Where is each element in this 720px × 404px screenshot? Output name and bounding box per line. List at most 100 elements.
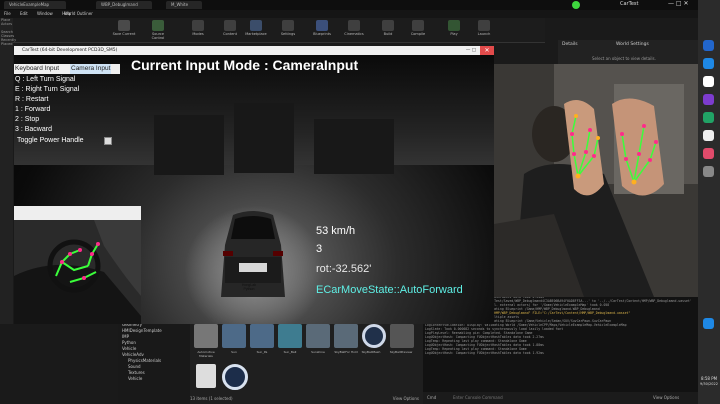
game-window-titlebar[interactable]: CarTest (64-bit Development PCD3D_SM5) —… bbox=[14, 46, 494, 55]
game-window-title: CarTest (64-bit Development PCD3D_SM5) bbox=[22, 48, 118, 53]
folder-item[interactable]: Vehicle bbox=[118, 376, 190, 382]
details-hint: Select an object to view details. bbox=[592, 56, 656, 61]
menu-edit[interactable]: Edit bbox=[20, 11, 28, 16]
app-icon[interactable] bbox=[703, 130, 714, 141]
app-icon[interactable] bbox=[703, 148, 714, 159]
cmd-label: Cmd bbox=[427, 395, 437, 400]
gear-readout: 3 bbox=[316, 243, 323, 255]
building bbox=[314, 119, 394, 174]
license-plate: HongLab Python bbox=[241, 283, 257, 291]
world-settings-tab[interactable]: World Settings bbox=[616, 42, 649, 47]
asset-thumbnail[interactable] bbox=[278, 324, 302, 348]
speed-readout: 53 km/h bbox=[316, 225, 356, 237]
marketplace-button[interactable]: Marketplace bbox=[244, 19, 268, 41]
project-name: CarTest bbox=[620, 1, 639, 7]
play-icon bbox=[448, 20, 460, 31]
view-options-button[interactable]: View Options bbox=[653, 395, 679, 400]
webcam-steering-scene bbox=[14, 206, 141, 324]
key-help-line: R : Restart bbox=[15, 96, 49, 103]
cinematics-button[interactable]: Cinematics bbox=[342, 19, 366, 41]
launch-icon bbox=[478, 20, 490, 31]
editor-tab-widget[interactable]: WBP_Debuglmand bbox=[96, 1, 152, 9]
asset-thumbnail[interactable] bbox=[194, 324, 218, 348]
editor-toolbar: Save Current Source Control Modes Conten… bbox=[0, 18, 545, 43]
launch-button[interactable]: Launch bbox=[472, 19, 496, 41]
game-viewport[interactable]: HongLab Python Current Input Mode : Came… bbox=[14, 55, 494, 324]
key-help-line: Q : Left Turn Signal bbox=[15, 76, 76, 83]
details-panel: Details World Settings Select an object … bbox=[558, 40, 698, 64]
asset-label: Automotive Materials bbox=[197, 350, 215, 358]
app-icon[interactable] bbox=[703, 76, 714, 87]
building bbox=[234, 103, 294, 173]
app-icon[interactable] bbox=[703, 112, 714, 123]
search-classes-input[interactable]: Search Classes bbox=[1, 30, 14, 38]
input-tabs: Keyboard Input Camera Input bbox=[14, 64, 120, 74]
source-control-button[interactable]: Source Control bbox=[146, 19, 170, 41]
webcam-hand-tracking-view bbox=[494, 64, 698, 297]
build-icon bbox=[382, 20, 394, 31]
app-icon[interactable] bbox=[703, 318, 714, 329]
toggle-power-handle-label: Toggle Power Handle bbox=[17, 137, 84, 144]
editor-tab-bar: VehicleExampleMap WBP_Debuglmand M_White… bbox=[0, 0, 720, 10]
asset-thumbnail[interactable] bbox=[196, 364, 216, 388]
key-help-line: 1 : Forward bbox=[15, 106, 51, 113]
app-icon[interactable] bbox=[703, 40, 714, 51]
build-button[interactable]: Build bbox=[376, 19, 400, 41]
key-help-line: E : Right Turn Signal bbox=[15, 86, 80, 93]
asset-thumbnail[interactable] bbox=[334, 324, 358, 348]
view-options-button[interactable]: View Options bbox=[393, 394, 419, 404]
clock-time[interactable]: 8:58 PM bbox=[699, 376, 719, 381]
editor-menu-bar: File Edit Window Help World Outliner bbox=[0, 10, 720, 18]
content-browser-status: 13 items (1 selected) View Options bbox=[190, 394, 423, 404]
asset-label: Sun_Ball bbox=[283, 350, 297, 354]
settings-button[interactable]: Settings bbox=[276, 19, 300, 41]
console-command-input[interactable]: Enter Console Command bbox=[453, 395, 563, 400]
recently-placed-item[interactable]: Recently Placed bbox=[1, 38, 16, 46]
asset-label: Sunshine bbox=[311, 350, 325, 354]
content-button[interactable]: Content bbox=[218, 19, 242, 41]
clock-date[interactable]: 9/30/2022 bbox=[698, 382, 720, 386]
compile-button[interactable]: Compile bbox=[406, 19, 430, 41]
asset-thumbnail[interactable] bbox=[222, 324, 246, 348]
item-count: 13 items (1 selected) bbox=[190, 396, 233, 401]
compile-icon bbox=[412, 20, 424, 31]
asset-thumbnail[interactable] bbox=[222, 364, 248, 390]
editor-tab-map[interactable]: VehicleExampleMap bbox=[4, 1, 66, 9]
marketplace-icon bbox=[250, 20, 262, 31]
asset-thumbnail[interactable] bbox=[390, 324, 414, 348]
save-icon bbox=[118, 20, 130, 31]
window-controls[interactable]: — □ ✕ bbox=[668, 0, 689, 7]
play-button[interactable]: Play bbox=[442, 19, 466, 41]
world-outliner-tab[interactable]: World Outliner bbox=[64, 10, 93, 18]
app-icon[interactable] bbox=[703, 166, 714, 177]
menu-file[interactable]: File bbox=[4, 11, 11, 16]
modes-button[interactable]: Modes bbox=[186, 19, 210, 41]
camera-input-tab[interactable]: Camera Input bbox=[70, 64, 112, 74]
asset-label: SkyBallFor Hold bbox=[334, 350, 358, 354]
modes-icon bbox=[192, 20, 204, 31]
blueprints-button[interactable]: Blueprints bbox=[310, 19, 334, 41]
asset-label: Sun_Pa bbox=[256, 350, 268, 354]
debug-input-panel: Keyboard Input Camera Input Q : Left Tur… bbox=[14, 64, 126, 148]
toggle-power-handle-checkbox[interactable] bbox=[104, 137, 112, 145]
asset-thumbnail[interactable] bbox=[362, 324, 386, 348]
car-move-state: ECarMoveState::AutoForward bbox=[316, 284, 463, 296]
save-current-button[interactable]: Save Current bbox=[112, 19, 136, 41]
content-browser: Geometry HMIDesignTemplate IMP Python Ve… bbox=[118, 322, 423, 404]
menu-window[interactable]: Window bbox=[37, 11, 53, 16]
source-control-icon bbox=[152, 20, 164, 31]
console-command-bar: Cmd Enter Console Command View Options bbox=[423, 392, 698, 404]
details-tab[interactable]: Details bbox=[562, 42, 578, 47]
place-actors-tab[interactable]: Place Actors bbox=[1, 18, 13, 26]
window-minimize-icon[interactable]: — □ bbox=[466, 46, 476, 55]
input-mode-title: Current Input Mode : CameraInput bbox=[131, 57, 359, 73]
editor-tab-material[interactable]: M_White bbox=[166, 1, 202, 9]
keyboard-input-tab[interactable]: Keyboard Input bbox=[14, 64, 60, 74]
app-icon[interactable] bbox=[703, 58, 714, 69]
asset-thumbnail[interactable] bbox=[306, 324, 330, 348]
blueprint-icon bbox=[316, 20, 328, 31]
close-icon[interactable]: ✕ bbox=[480, 46, 494, 55]
app-icon[interactable] bbox=[703, 94, 714, 105]
asset-thumbnail[interactable] bbox=[250, 324, 274, 348]
place-actors-panel: Place Actors Search Classes Recently Pla… bbox=[0, 18, 16, 324]
